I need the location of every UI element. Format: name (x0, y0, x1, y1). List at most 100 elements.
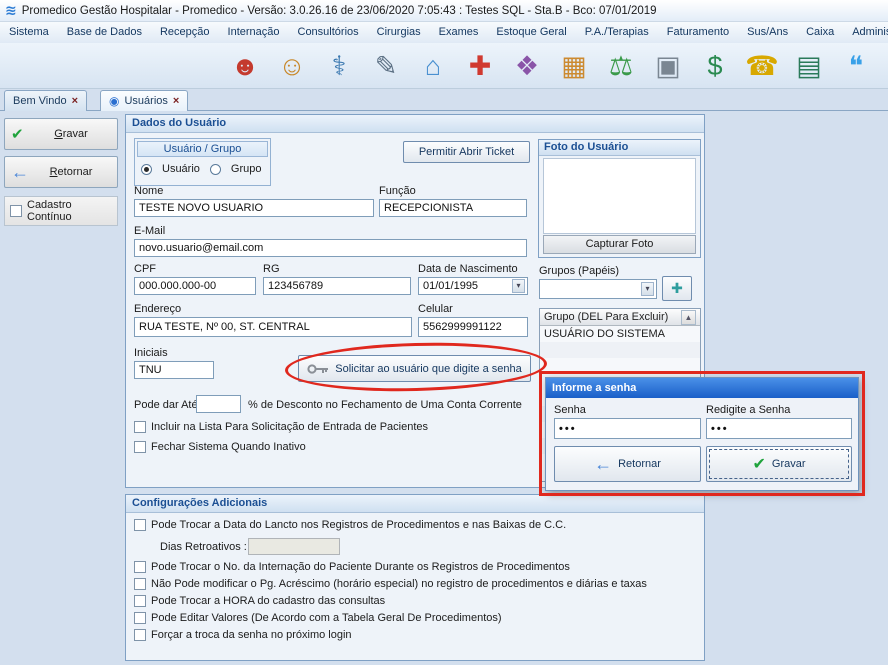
clipboard-icon[interactable]: ✎ (367, 47, 405, 85)
close-tab-icon[interactable]: × (72, 95, 78, 107)
desconto-input[interactable] (196, 395, 241, 413)
config-checkbox-5[interactable]: Pode Editar Valores (De Acordo com a Tab… (134, 610, 647, 626)
checkbox-icon[interactable] (134, 612, 146, 624)
fechar-sistema-checkbox[interactable]: Fechar Sistema Quando Inativo (134, 441, 306, 453)
menu-item-7[interactable]: Exames (430, 22, 488, 43)
trocar-data-lancto-checkbox[interactable]: Pode Trocar a Data do Lancto nos Registr… (134, 519, 566, 531)
safe-icon[interactable]: ▣ (649, 47, 687, 85)
endereco-input[interactable] (134, 317, 412, 337)
celular-input[interactable] (418, 317, 528, 337)
contacts-icon[interactable]: ☻ (226, 47, 264, 85)
incluir-lista-checkbox[interactable]: Incluir na Lista Para Solicitação de Ent… (134, 421, 428, 433)
add-group-button[interactable]: ✚ (662, 276, 692, 301)
redigite-senha-input[interactable] (706, 418, 852, 439)
informe-senha-dialog: Informe a senha Senha Redigite a Senha ←… (545, 377, 859, 491)
config-checkbox-label: Não Pode modificar o Pg. Acréscimo (horá… (151, 578, 647, 590)
senha-input[interactable] (554, 418, 701, 439)
user-photo-placeholder (543, 158, 696, 234)
menu-item-1[interactable]: Sistema (0, 22, 58, 43)
menu-item-13[interactable]: Administra (843, 22, 888, 43)
checkbox-icon[interactable] (134, 519, 146, 531)
dialog-gravar-button[interactable]: ✔ Gravar (706, 446, 852, 482)
nome-input[interactable] (134, 199, 374, 217)
gravar-button[interactable]: ✔ Gravar (4, 118, 118, 150)
grupo-radio-label: Grupo (231, 163, 262, 175)
menu-item-9[interactable]: P.A./Terapias (576, 22, 658, 43)
checkbox-icon[interactable] (134, 629, 146, 641)
solicitar-senha-button[interactable]: Solicitar ao usuário que digite a senha (298, 355, 531, 382)
menu-item-4[interactable]: Internação (219, 22, 289, 43)
grupo-list-item[interactable]: USUÁRIO DO SISTEMA (540, 326, 700, 342)
book-icon[interactable]: ▤ (790, 47, 828, 85)
rg-input[interactable] (263, 277, 411, 295)
nascimento-combo[interactable]: 01/01/1995 ▾ (418, 277, 528, 295)
back-arrow-icon: ← (594, 454, 612, 475)
iniciais-input[interactable] (134, 361, 214, 379)
menu-item-12[interactable]: Caixa (797, 22, 843, 43)
cpf-input[interactable] (134, 277, 256, 295)
phone-icon[interactable]: ☎ (743, 47, 781, 85)
grupo-radio[interactable] (210, 164, 221, 175)
celular-label: Celular (418, 303, 453, 315)
funcao-label: Função (379, 185, 416, 197)
solicitar-senha-label: Solicitar ao usuário que digite a senha (335, 363, 522, 375)
config-checkbox-label: Pode Editar Valores (De Acordo com a Tab… (151, 612, 502, 624)
menu-item-6[interactable]: Cirurgias (368, 22, 430, 43)
retornar-button[interactable]: ← Retornar (4, 156, 118, 188)
menu-item-11[interactable]: Sus/Ans (738, 22, 797, 43)
capturar-foto-button[interactable]: Capturar Foto (543, 235, 696, 254)
stock-icon[interactable]: ▦ (555, 47, 593, 85)
config-checkbox-2[interactable]: Pode Trocar o No. da Internação do Pacie… (134, 559, 647, 575)
app-window: ≋ Promedico Gestão Hospitalar - Promedic… (0, 0, 888, 665)
checkbox-icon[interactable] (134, 561, 146, 573)
toolbar-icons: ☻☺⚕✎⌂✚❖▦⚖▣$☎▤❝▥ (226, 45, 886, 87)
configuracoes-adicionais-header: Configurações Adicionais (126, 495, 704, 513)
users-icon[interactable]: ☺ (273, 47, 311, 85)
checkbox-icon[interactable] (134, 441, 146, 453)
grid-icon[interactable]: ▥ (884, 47, 886, 85)
cadastro-continuo-toggle[interactable]: Cadastro Contínuo (4, 196, 118, 226)
fechar-sistema-label: Fechar Sistema Quando Inativo (151, 441, 306, 453)
chat-icon[interactable]: ❝ (837, 47, 875, 85)
doctor-icon[interactable]: ⚕ (320, 47, 358, 85)
dialog-retornar-button[interactable]: ← Retornar (554, 446, 701, 482)
dados-usuario-header: Dados do Usuário (126, 115, 704, 133)
menu-item-2[interactable]: Base de Dados (58, 22, 151, 43)
funcao-input[interactable] (379, 199, 527, 217)
usuario-radio[interactable] (141, 164, 152, 175)
menu-item-10[interactable]: Faturamento (658, 22, 738, 43)
config-checkbox-3[interactable]: Não Pode modificar o Pg. Acréscimo (horá… (134, 576, 647, 592)
checkbox-icon[interactable] (134, 578, 146, 590)
ambulance-icon[interactable]: ✚ (461, 47, 499, 85)
dialog-titlebar[interactable]: Informe a senha (546, 378, 858, 398)
chevron-down-icon[interactable]: ▾ (641, 282, 654, 296)
tab-usuarios[interactable]: ◉ Usuários × (100, 90, 188, 111)
network-icon[interactable]: ❖ (508, 47, 546, 85)
config-checkbox-4[interactable]: Pode Trocar a HORA do cadastro das consu… (134, 593, 647, 609)
tab-bem-vindo-label: Bem Vindo (13, 95, 67, 107)
calculator-icon[interactable]: $ (696, 47, 734, 85)
menu-item-3[interactable]: Recepção (151, 22, 219, 43)
grupo-list-header[interactable]: Grupo (DEL Para Excluir) ▲ (540, 309, 700, 326)
usuario-grupo-title: Usuário / Grupo (137, 141, 268, 157)
menu-item-5[interactable]: Consultórios (289, 22, 368, 43)
nascimento-label: Data de Nascimento (418, 263, 518, 275)
checkbox-icon[interactable] (134, 595, 146, 607)
checkbox-icon[interactable] (10, 205, 22, 217)
menu-item-8[interactable]: Estoque Geral (487, 22, 575, 43)
trocar-data-lancto-label: Pode Trocar a Data do Lancto nos Registr… (151, 519, 566, 531)
bed-icon[interactable]: ⌂ (414, 47, 452, 85)
permitir-abrir-ticket-button[interactable]: Permitir Abrir Ticket (403, 141, 530, 163)
chevron-down-icon[interactable]: ▾ (512, 279, 525, 293)
market-icon[interactable]: ⚖ (602, 47, 640, 85)
config-checkbox-6[interactable]: Forçar a troca da senha no próximo login (134, 627, 647, 643)
grupos-papeis-combo[interactable]: ▾ (539, 279, 657, 299)
close-tab-icon[interactable]: × (173, 95, 179, 107)
sort-up-icon[interactable]: ▲ (681, 310, 696, 325)
iniciais-label: Iniciais (134, 347, 168, 359)
rg-label: RG (263, 263, 280, 275)
menu-bar: SistemaBase de DadosRecepçãoInternaçãoCo… (0, 22, 888, 43)
email-input[interactable] (134, 239, 527, 257)
tab-bem-vindo[interactable]: Bem Vindo × (4, 90, 87, 111)
checkbox-icon[interactable] (134, 421, 146, 433)
